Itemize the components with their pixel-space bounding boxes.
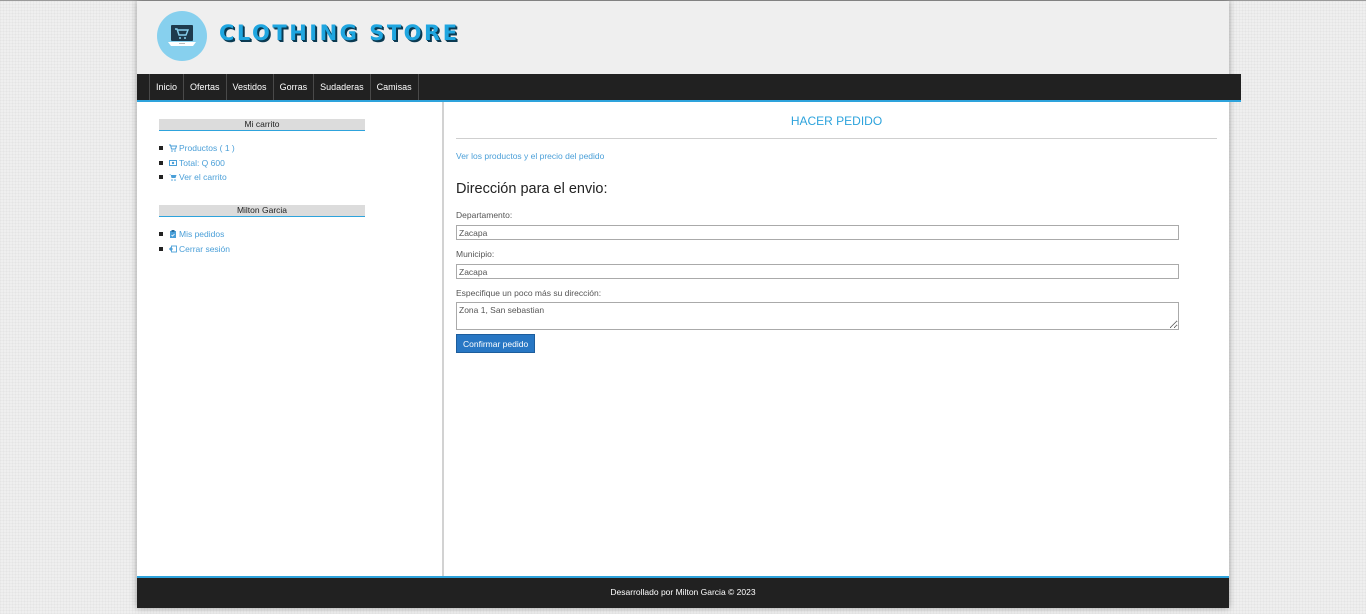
department-input[interactable] (456, 225, 1179, 240)
view-cart-item[interactable]: Ver el carrito (159, 170, 365, 185)
clipboard-icon (170, 230, 176, 238)
cart-icon (169, 144, 177, 152)
title-divider (456, 138, 1217, 139)
municipality-input[interactable] (456, 264, 1179, 279)
page-title: HACER PEDIDO (790, 114, 883, 128)
address-textarea[interactable]: Zona 1, San sebastian (456, 302, 1179, 330)
logout-item[interactable]: Cerrar sesión (159, 242, 365, 257)
site-brand-title[interactable]: CLOTHING STORE (219, 21, 460, 45)
main-nav: Inicio Ofertas Vestidos Gorras Sudaderas… (137, 74, 1241, 102)
page-container: CLOTHING STORE Inicio Ofertas Vestidos G… (137, 1, 1241, 608)
main-content: HACER PEDIDO Ver los productos y el prec… (444, 102, 1229, 576)
logout-link[interactable]: Cerrar sesión (179, 244, 230, 254)
cart-total-item[interactable]: Total: Q 600 (159, 156, 365, 171)
cart-block: Mi carrito Productos ( 1 ) Total: Q 600 … (159, 119, 365, 185)
cart-products-item[interactable]: Productos ( 1 ) (159, 141, 365, 156)
cart-block-title: Mi carrito (159, 119, 365, 131)
view-order-products-link[interactable]: Ver los productos y el precio del pedido (456, 151, 604, 161)
user-block: Milton Garcia Mis pedidos Cerrar sesión (159, 205, 365, 256)
nav-item-ofertas[interactable]: Ofertas (183, 74, 226, 100)
nav-item-gorras[interactable]: Gorras (272, 74, 314, 100)
department-label: Departamento: (456, 210, 513, 220)
user-list: Mis pedidos Cerrar sesión (159, 227, 365, 256)
nav-item-vestidos[interactable]: Vestidos (225, 74, 273, 100)
site-header: CLOTHING STORE (137, 1, 1229, 74)
money-icon (169, 159, 177, 166)
cart-icon (169, 174, 177, 181)
nav-item-sudaderas[interactable]: Sudaderas (313, 74, 370, 100)
municipality-label: Municipio: (456, 249, 495, 259)
nav-item-inicio[interactable]: Inicio (149, 74, 183, 100)
my-orders-item[interactable]: Mis pedidos (159, 227, 365, 242)
user-block-title: Milton Garcia (159, 205, 365, 217)
cart-products-link[interactable]: Productos ( 1 ) (179, 143, 235, 153)
address-label: Especifique un poco más su dirección: (456, 288, 602, 298)
logout-icon (169, 245, 177, 252)
view-cart-link[interactable]: Ver el carrito (179, 172, 227, 182)
sidebar: Mi carrito Productos ( 1 ) Total: Q 600 … (137, 102, 444, 576)
cart-total-link[interactable]: Total: Q 600 (179, 158, 225, 168)
laptop-cart-icon[interactable] (157, 11, 207, 61)
nav-item-camisas[interactable]: Camisas (369, 74, 419, 100)
site-footer: Desarrollado por Milton Garcia © 2023 (137, 576, 1229, 608)
confirm-order-button[interactable]: Confirmar pedido (456, 334, 536, 353)
my-orders-link[interactable]: Mis pedidos (179, 229, 224, 239)
cart-list: Productos ( 1 ) Total: Q 600 Ver el carr… (159, 141, 365, 185)
shipping-address-heading: Dirección para el envio: (456, 181, 608, 197)
